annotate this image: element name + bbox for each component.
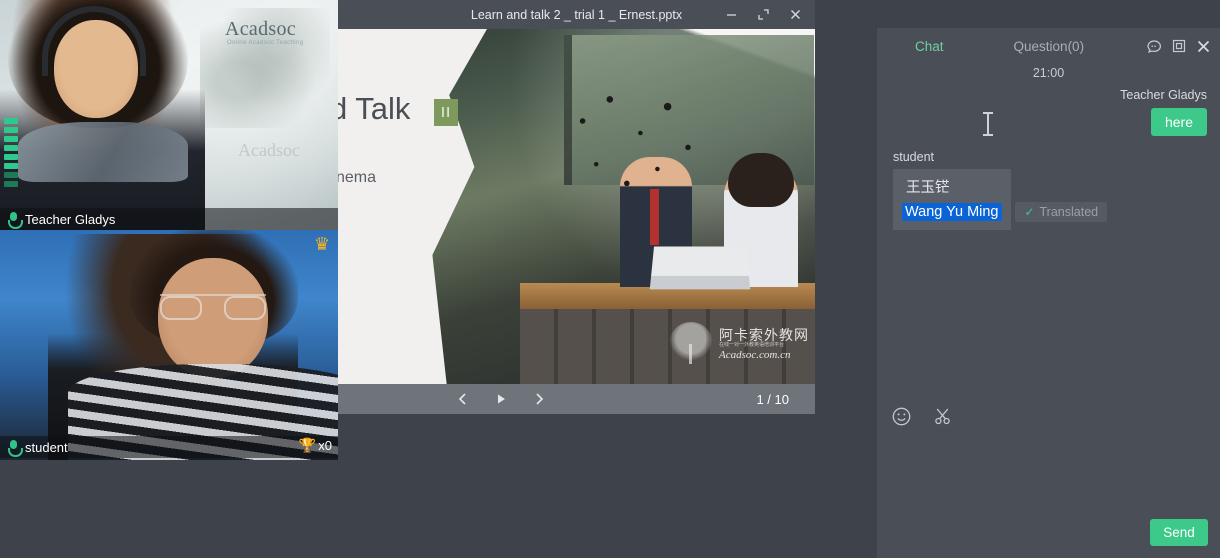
student-video-tile[interactable]: [0, 230, 338, 460]
student-name-strip: student: [0, 436, 338, 458]
tab-chat[interactable]: Chat: [905, 28, 954, 64]
watermark-cn-label: 阿卡索外教网: [719, 327, 809, 343]
level-bar: [4, 154, 18, 160]
teacher-scarf: [18, 122, 188, 182]
crown-icon: ♛: [314, 234, 330, 255]
window-title-bar[interactable]: Learn and talk 2 _ trial 1 _ Ernest.pptx: [338, 0, 815, 29]
minimize-button[interactable]: [715, 0, 747, 29]
audio-level-meter: [4, 118, 18, 187]
message-translated-text[interactable]: Wang Yu Ming: [902, 203, 1002, 221]
classroom-app: Acadsoc Online Acadsoc Teaching Acadsoc: [0, 0, 1220, 558]
message-bubble[interactable]: 王玉铓 Wang Yu Ming: [893, 169, 1011, 230]
translated-label: Translated: [1040, 205, 1099, 219]
chat-header-icons: [1146, 28, 1212, 64]
message-sender-label: Teacher Gladys: [1120, 88, 1207, 102]
window-controls: [715, 0, 811, 29]
slide-canvas[interactable]: d Talk II nema 阿卡索外教网 在线一对一外教英语培训平台 Acad…: [338, 29, 815, 384]
slide-subtitle: nema: [338, 169, 376, 187]
message-sender-label: student: [893, 150, 1107, 164]
trophy-icon: 🏆: [299, 437, 316, 454]
restore-window-icon[interactable]: [1171, 38, 1187, 54]
watermark-url-label: Acadsoc.com.cn: [719, 349, 809, 362]
window-title-text: Learn and talk 2 _ trial 1 _ Ernest.pptx: [471, 8, 682, 22]
slide-watermark: 阿卡索外教网 在线一对一外教英语培训平台 Acadsoc.com.cn: [669, 322, 809, 366]
text-cursor-icon: [987, 112, 989, 136]
close-button[interactable]: [779, 0, 811, 29]
level-bar: [4, 163, 18, 169]
photo-laptop: [650, 247, 750, 290]
slide-title: d Talk: [338, 91, 410, 127]
chat-panel: Chat Question(0): [877, 28, 1220, 558]
backdrop-brand-logo: Acadsoc: [225, 18, 296, 41]
backdrop-brand-watermark: Acadsoc: [238, 140, 300, 161]
next-slide-button[interactable]: [520, 384, 558, 414]
trophy-count-label: x0: [318, 438, 332, 453]
play-slideshow-button[interactable]: [482, 384, 520, 414]
level-bar: [4, 118, 18, 124]
teacher-video-tile[interactable]: Acadsoc Online Acadsoc Teaching Acadsoc: [0, 0, 338, 230]
microphone-icon: [8, 212, 19, 227]
chat-toolbar: [891, 406, 953, 427]
student-person: [48, 234, 298, 460]
watermark-text: 阿卡索外教网 在线一对一外教英语培训平台 Acadsoc.com.cn: [719, 327, 809, 361]
presentation-window: Learn and talk 2 _ trial 1 _ Ernest.pptx: [338, 0, 815, 414]
chat-header: Chat Question(0): [877, 28, 1220, 64]
slide-unit-badge: II: [434, 99, 458, 126]
message-bubble[interactable]: here: [1151, 108, 1207, 136]
backdrop-brand-text: Acadsoc: [225, 18, 296, 40]
trophy-counter: 🏆 x0: [299, 437, 332, 454]
video-column: Acadsoc Online Acadsoc Teaching Acadsoc: [0, 0, 338, 460]
send-button[interactable]: Send: [1150, 519, 1208, 546]
teacher-name-label: Teacher Gladys: [25, 212, 115, 227]
translated-badge: ✓ Translated: [1015, 202, 1107, 222]
emoji-icon[interactable]: [891, 406, 912, 427]
teacher-name-strip: Teacher Gladys: [0, 208, 338, 230]
tab-question[interactable]: Question(0): [1004, 28, 1095, 64]
restore-button[interactable]: [747, 0, 779, 29]
slide-counter-label: 1 / 10: [756, 392, 815, 407]
backdrop-brand-subtext: Online Acadsoc Teaching: [227, 40, 303, 46]
glasses-icon: [160, 294, 266, 314]
level-bar: [4, 136, 18, 142]
student-name-label: student: [25, 440, 68, 455]
level-bar: [4, 145, 18, 151]
level-bar: [4, 127, 18, 133]
chat-message-teacher: Teacher Gladys here: [1120, 88, 1207, 136]
chat-timestamp: 21:00: [877, 66, 1220, 80]
chat-message-student: student 王玉铓 Wang Yu Ming ✓ Translated: [893, 150, 1107, 230]
previous-slide-button[interactable]: [444, 384, 482, 414]
message-original-text: 王玉铓: [902, 176, 1002, 197]
check-icon: ✓: [1024, 205, 1034, 219]
microphone-icon: [8, 440, 19, 455]
level-bar: [4, 172, 18, 178]
teacher-person: [0, 0, 205, 230]
ink-splatter-decoration: [552, 85, 722, 205]
close-icon[interactable]: [1195, 38, 1212, 55]
watermark-sub-label: 在线一对一外教英语培训平台: [719, 343, 809, 349]
chat-bubble-icon[interactable]: [1146, 38, 1163, 55]
level-bar: [4, 181, 18, 187]
tree-logo-icon: [669, 322, 713, 366]
slide-navigation-bar: 1 / 10: [338, 384, 815, 414]
scissors-icon[interactable]: [932, 406, 953, 427]
